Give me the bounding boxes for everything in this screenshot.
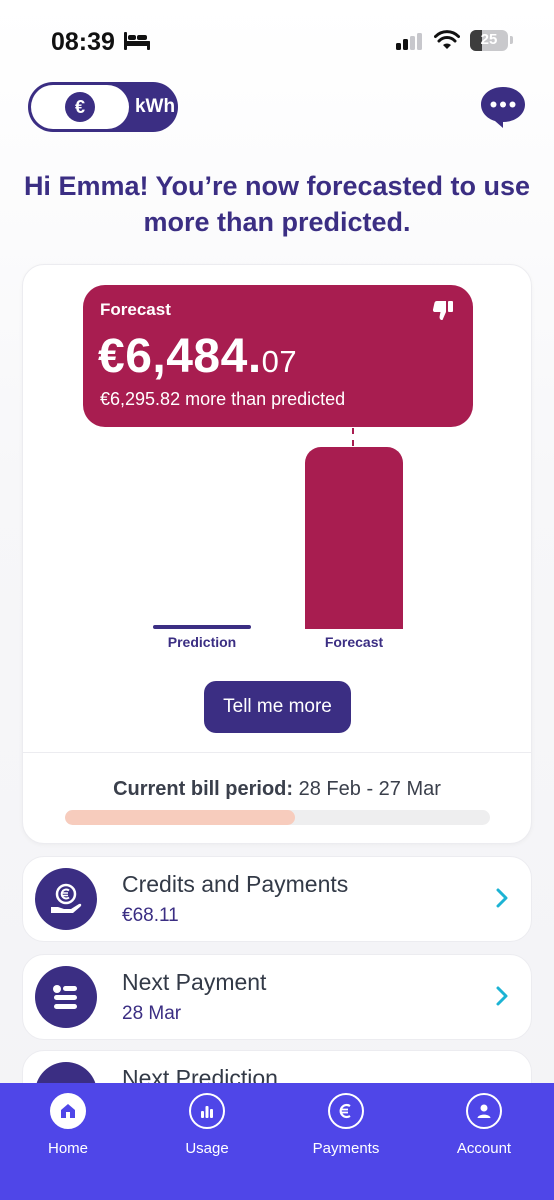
forecast-amount-cents: 07 <box>261 344 298 379</box>
payment-schedule-icon <box>35 966 97 1028</box>
bed-icon <box>124 32 150 50</box>
hand-euro-icon <box>35 868 97 930</box>
tab-home[interactable]: Home <box>18 1093 118 1157</box>
chevron-right-icon <box>496 888 508 908</box>
battery-icon: 25 <box>470 30 508 51</box>
credits-payments-card[interactable]: Credits and Payments €68.11 <box>22 856 532 942</box>
home-icon <box>50 1093 86 1129</box>
bill-period-progress <box>65 810 490 825</box>
forecast-summary-box: Forecast €6,484.07 €6,295.82 more than p… <box>83 285 473 427</box>
euro-unit-option[interactable]: € <box>31 85 129 129</box>
bill-period-dates: 28 Feb - 27 Mar <box>298 778 441 800</box>
thumbs-down-icon[interactable] <box>431 299 455 323</box>
forecast-label: Forecast <box>100 300 171 319</box>
chat-bubble-icon[interactable] <box>479 85 527 129</box>
credits-payments-title: Credits and Payments <box>122 871 349 897</box>
next-payment-card[interactable]: Next Payment 28 Mar <box>22 954 532 1040</box>
next-payment-title: Next Payment <box>122 969 267 995</box>
account-icon <box>466 1093 502 1129</box>
forecast-difference: €6,295.82 more than predicted <box>100 389 346 409</box>
forecast-bar-label: Forecast <box>324 634 384 650</box>
cellular-signal-icon <box>396 33 422 50</box>
wifi-icon <box>434 30 460 49</box>
forecast-bar <box>305 447 403 629</box>
forecast-amount: €6,484.07 <box>98 329 297 384</box>
prediction-bar <box>153 625 251 629</box>
tab-account-label: Account <box>456 1140 512 1157</box>
card-divider <box>23 752 531 753</box>
status-time: 08:39 <box>51 28 115 56</box>
forecast-connector-line <box>352 428 354 446</box>
unit-toggle[interactable]: € kWh <box>28 82 178 132</box>
tab-usage[interactable]: Usage <box>157 1093 257 1157</box>
prediction-bar-label: Prediction <box>167 634 237 650</box>
battery-level: 25 <box>480 31 498 48</box>
usage-chart-icon <box>189 1093 225 1129</box>
bottom-tab-bar: Home Usage Payments Account <box>0 1083 554 1200</box>
tab-payments-label: Payments <box>312 1140 380 1157</box>
status-bar: 08:39 25 <box>0 0 554 80</box>
greeting-heading: Hi Emma! You’re now forecasted to use mo… <box>23 171 531 237</box>
next-payment-value: 28 Mar <box>122 1003 182 1024</box>
battery-cap <box>510 36 513 44</box>
chevron-right-icon <box>496 986 508 1006</box>
forecast-card: Forecast €6,484.07 €6,295.82 more than p… <box>22 264 532 844</box>
tab-account[interactable]: Account <box>434 1093 534 1157</box>
tab-usage-label: Usage <box>185 1140 229 1157</box>
euro-icon <box>328 1093 364 1129</box>
euro-icon: € <box>65 92 95 122</box>
credits-payments-value: €68.11 <box>122 905 179 926</box>
tab-payments[interactable]: Payments <box>296 1093 396 1157</box>
tab-home-label: Home <box>47 1140 88 1157</box>
bill-period-label: Current bill period: <box>113 778 294 800</box>
forecast-amount-main: €6,484. <box>98 330 262 383</box>
bill-period-text: Current bill period: 28 Feb - 27 Mar <box>23 778 531 801</box>
kwh-unit-option[interactable]: kWh <box>132 82 178 132</box>
bill-period-progress-fill <box>65 810 295 825</box>
tell-me-more-button[interactable]: Tell me more <box>204 681 351 733</box>
